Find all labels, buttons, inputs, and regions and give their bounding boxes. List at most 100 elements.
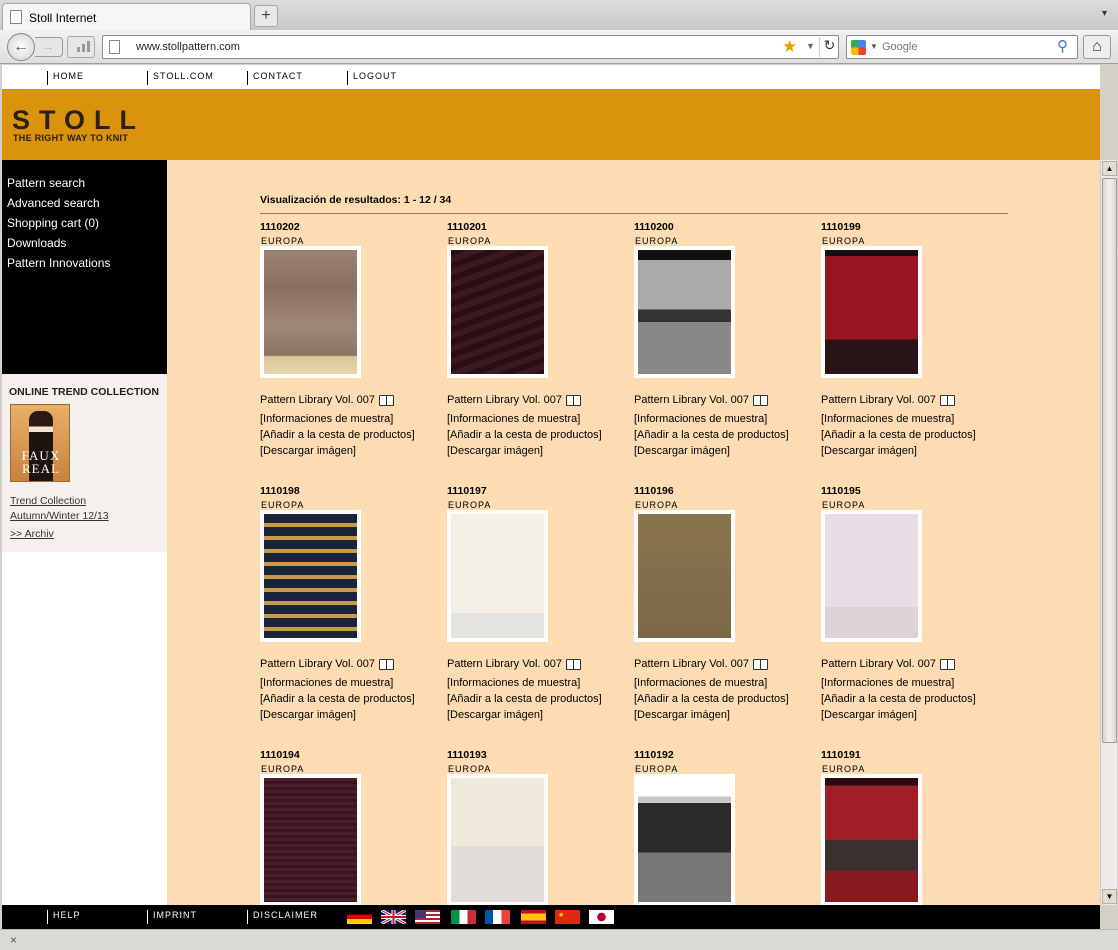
footer-disclaimer[interactable]: DISCLAIMER <box>247 910 318 924</box>
pattern-thumbnail[interactable] <box>260 774 361 905</box>
pattern-thumbnail[interactable] <box>447 246 548 378</box>
china-flag-icon[interactable]: ★ <box>555 910 580 924</box>
pattern-thumbnail[interactable] <box>634 510 735 642</box>
pattern-id[interactable]: 1110191 <box>821 749 861 761</box>
book-icon[interactable] <box>566 395 581 406</box>
download-image-link[interactable]: [Descargar imágen] <box>821 445 917 457</box>
book-icon[interactable] <box>379 395 394 406</box>
trend-collection-link[interactable]: Trend Collection Autumn/Winter 12/13 <box>10 494 109 524</box>
add-to-cart-link[interactable]: [Añadir a la cesta de productos] <box>634 429 789 441</box>
add-to-cart-link[interactable]: [Añadir a la cesta de productos] <box>260 429 415 441</box>
reload-icon[interactable]: ↻ <box>819 37 839 57</box>
chevron-down-icon[interactable]: ▼ <box>870 42 878 51</box>
home-icon[interactable]: ⌂ <box>1083 35 1111 59</box>
italy-flag-icon[interactable] <box>451 910 476 924</box>
book-icon[interactable] <box>940 395 955 406</box>
pattern-thumbnail[interactable] <box>447 510 548 642</box>
japan-flag-icon[interactable] <box>589 910 614 924</box>
sample-info-link[interactable]: [Informaciones de muestra] <box>821 677 954 689</box>
sidebar-item-advanced-search[interactable]: Advanced search <box>7 196 100 210</box>
nav-home[interactable]: HOME <box>47 71 84 85</box>
address-bar[interactable]: www.stollpattern.com ★ ▼ ↻ <box>102 35 839 59</box>
add-to-cart-link[interactable]: [Añadir a la cesta de productos] <box>634 693 789 705</box>
pattern-id[interactable]: 1110197 <box>447 485 487 497</box>
pattern-id[interactable]: 1110198 <box>260 485 300 497</box>
download-image-link[interactable]: [Descargar imágen] <box>447 709 543 721</box>
archive-link[interactable]: >> Archiv <box>10 528 54 540</box>
add-to-cart-link[interactable]: [Añadir a la cesta de productos] <box>821 429 976 441</box>
sample-info-link[interactable]: [Informaciones de muestra] <box>634 413 767 425</box>
pattern-thumbnail[interactable] <box>821 774 922 905</box>
chevron-down-icon[interactable]: ▼ <box>806 41 815 51</box>
pattern-thumbnail[interactable] <box>821 246 922 378</box>
footer-imprint[interactable]: IMPRINT <box>147 910 197 924</box>
pattern-thumbnail[interactable] <box>821 510 922 642</box>
sample-info-link[interactable]: [Informaciones de muestra] <box>447 677 580 689</box>
sample-info-link[interactable]: [Informaciones de muestra] <box>634 677 767 689</box>
spain-flag-icon[interactable] <box>521 910 546 924</box>
pattern-thumbnail[interactable] <box>634 246 735 378</box>
bookmark-star-icon[interactable]: ★ <box>782 37 797 57</box>
nav-logout[interactable]: LOGOUT <box>347 71 397 85</box>
pattern-thumbnail[interactable] <box>260 246 361 378</box>
nav-contact[interactable]: CONTACT <box>247 71 303 85</box>
pattern-id[interactable]: 1110202 <box>260 221 300 233</box>
search-placeholder[interactable]: Google <box>882 41 917 53</box>
scroll-down-icon[interactable]: ▼ <box>1102 889 1117 904</box>
download-image-link[interactable]: [Descargar imágen] <box>821 709 917 721</box>
pattern-id[interactable]: 1110194 <box>260 749 300 761</box>
sidebar-item-downloads[interactable]: Downloads <box>7 236 66 250</box>
add-to-cart-link[interactable]: [Añadir a la cesta de productos] <box>260 693 415 705</box>
download-image-link[interactable]: [Descargar imágen] <box>447 445 543 457</box>
pattern-id[interactable]: 1110193 <box>447 749 487 761</box>
history-button[interactable] <box>67 36 95 58</box>
footer-help[interactable]: HELP <box>47 910 81 924</box>
scrollbar-thumb[interactable] <box>1102 178 1117 743</box>
search-icon[interactable]: ⚲ <box>1057 37 1068 55</box>
stoll-logo[interactable]: STOLL <box>12 105 145 136</box>
book-icon[interactable] <box>940 659 955 670</box>
vertical-scrollbar[interactable]: ▲ ▼ <box>1100 160 1117 905</box>
tab-list-icon[interactable]: ▾ <box>1102 8 1107 19</box>
download-image-link[interactable]: [Descargar imágen] <box>634 445 730 457</box>
sample-info-link[interactable]: [Informaciones de muestra] <box>260 413 393 425</box>
pattern-thumbnail[interactable] <box>634 774 735 905</box>
book-icon[interactable] <box>566 659 581 670</box>
sidebar-item-shopping-cart[interactable]: Shopping cart (0) <box>7 216 99 230</box>
pattern-id[interactable]: 1110200 <box>634 221 674 233</box>
pattern-id[interactable]: 1110199 <box>821 221 861 233</box>
uk-flag-icon[interactable] <box>380 908 407 926</box>
add-to-cart-link[interactable]: [Añadir a la cesta de productos] <box>447 429 602 441</box>
sample-info-link[interactable]: [Informaciones de muestra] <box>260 677 393 689</box>
book-icon[interactable] <box>753 659 768 670</box>
download-image-link[interactable]: [Descargar imágen] <box>260 445 356 457</box>
trend-collection-image[interactable]: FAUX REAL <box>10 404 70 482</box>
back-button[interactable]: ← <box>7 33 35 61</box>
close-icon[interactable]: × <box>10 933 17 947</box>
add-to-cart-link[interactable]: [Añadir a la cesta de productos] <box>447 693 602 705</box>
sidebar-item-pattern-innovations[interactable]: Pattern Innovations <box>7 256 110 270</box>
add-to-cart-link[interactable]: [Añadir a la cesta de productos] <box>821 693 976 705</box>
scroll-up-icon[interactable]: ▲ <box>1102 161 1117 176</box>
pattern-id[interactable]: 1110201 <box>447 221 487 233</box>
sample-info-link[interactable]: [Informaciones de muestra] <box>447 413 580 425</box>
url-text[interactable]: www.stollpattern.com <box>136 41 240 53</box>
browser-tab[interactable]: Stoll Internet <box>2 3 251 30</box>
pattern-id[interactable]: 1110195 <box>821 485 861 497</box>
nav-stoll-com[interactable]: STOLL.COM <box>147 71 214 85</box>
sidebar-item-pattern-search[interactable]: Pattern search <box>7 176 85 190</box>
forward-button[interactable]: → <box>35 37 63 57</box>
pattern-id[interactable]: 1110192 <box>634 749 674 761</box>
german-flag-icon[interactable] <box>347 910 372 924</box>
pattern-thumbnail[interactable] <box>260 510 361 642</box>
france-flag-icon[interactable] <box>485 910 510 924</box>
new-tab-button[interactable]: + <box>254 5 278 27</box>
pattern-id[interactable]: 1110196 <box>634 485 674 497</box>
google-icon[interactable] <box>851 40 866 55</box>
download-image-link[interactable]: [Descargar imágen] <box>260 709 356 721</box>
sample-info-link[interactable]: [Informaciones de muestra] <box>821 413 954 425</box>
book-icon[interactable] <box>753 395 768 406</box>
pattern-thumbnail[interactable] <box>447 774 548 905</box>
book-icon[interactable] <box>379 659 394 670</box>
download-image-link[interactable]: [Descargar imágen] <box>634 709 730 721</box>
